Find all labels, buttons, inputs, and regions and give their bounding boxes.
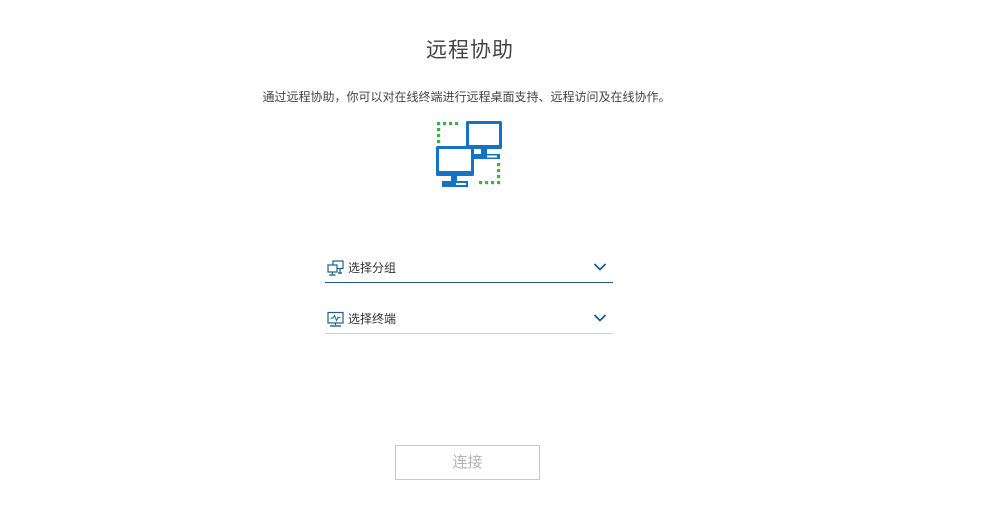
terminal-select-label: 选择终端 <box>348 312 397 326</box>
remote-computers-icon <box>436 121 502 187</box>
group-network-icon <box>327 260 344 276</box>
group-select[interactable]: 选择分组 <box>325 256 613 283</box>
page-description: 通过远程协助，你可以对在线终端进行远程桌面支持、远程访问及在线协作。 <box>262 90 671 104</box>
chevron-down-icon[interactable] <box>593 262 607 272</box>
terminal-monitor-icon <box>327 311 344 327</box>
terminal-select[interactable]: 选择终端 <box>325 307 613 334</box>
page-title: 远程协助 <box>426 38 514 62</box>
monitor-front <box>436 146 474 187</box>
chevron-down-icon[interactable] <box>593 313 607 323</box>
group-select-label: 选择分组 <box>348 261 397 275</box>
connect-button[interactable]: 连接 <box>395 445 540 480</box>
